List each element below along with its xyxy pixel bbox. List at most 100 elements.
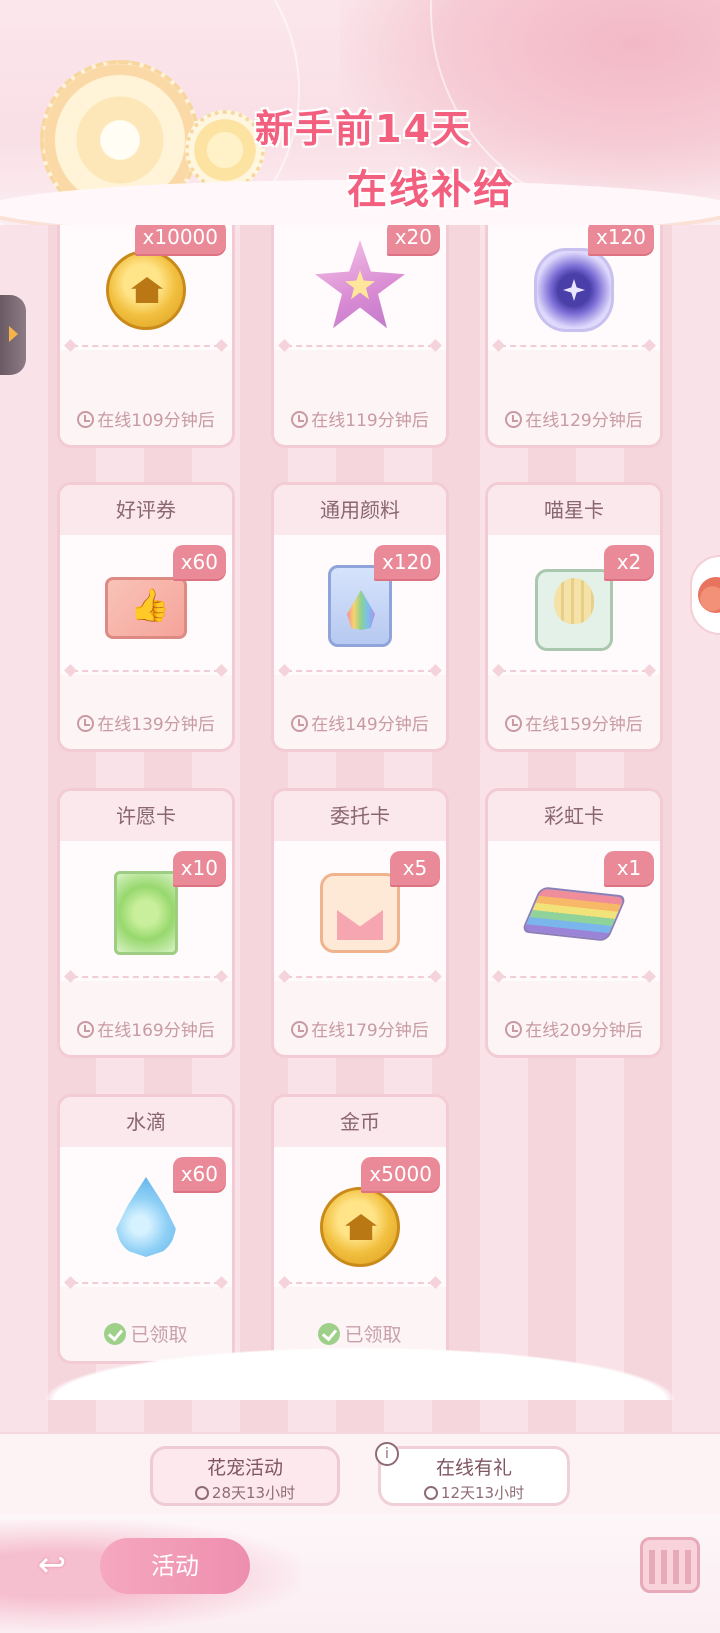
status-text: 在线119分钟后 (311, 411, 429, 431)
status-text: 在线159分钟后 (525, 715, 643, 735)
clock-icon (505, 715, 523, 732)
reward-card[interactable]: 通用颜料 x120 在线149分钟后 (271, 482, 449, 752)
divider (286, 670, 434, 672)
clock-icon (423, 1486, 438, 1500)
card-body: x10 (60, 841, 232, 981)
clock-icon (291, 411, 309, 428)
card-title: 金币 (274, 1097, 446, 1147)
card-title: 委托卡 (274, 791, 446, 841)
clock-icon (194, 1486, 209, 1500)
divider (500, 976, 648, 978)
calendar-icon[interactable] (640, 1537, 700, 1593)
envelope-icon (320, 873, 400, 953)
event-tabs-panel: 花宠活动 28天13小时 在线有礼 12天13小时 (0, 1432, 720, 1514)
card-body: x5 (274, 841, 446, 981)
quantity-badge: x5000 (361, 1157, 440, 1191)
unlock-status: 在线129分钟后 (488, 406, 660, 431)
water-drop-icon (116, 1177, 176, 1257)
tab-timer: 28天13小时 (153, 1482, 337, 1503)
card-title: 喵星卡 (488, 485, 660, 535)
divider (500, 345, 648, 347)
status-text: 在线129分钟后 (525, 411, 643, 431)
card-title: 彩虹卡 (488, 791, 660, 841)
clock-icon (77, 411, 95, 428)
unlock-status: 在线119分钟后 (274, 406, 446, 431)
reward-card-claimed[interactable]: 水滴 x60 已领取 (57, 1094, 235, 1364)
title-line-2: 在线补给 (347, 167, 515, 213)
floral-border (0, 1340, 720, 1400)
quantity-badge: x2 (604, 545, 654, 579)
tab-timer-text: 12天13小时 (440, 1484, 525, 1502)
gear-icon (185, 110, 265, 190)
status-text: 在线139分钟后 (97, 715, 215, 735)
divider (286, 345, 434, 347)
left-expand-tab[interactable] (0, 295, 26, 375)
reward-card[interactable]: x120 在线129分钟后 (485, 210, 663, 448)
card-body: x60 (60, 1147, 232, 1287)
reward-card[interactable]: x10000 在线109分钟后 (57, 210, 235, 448)
divider (72, 1282, 220, 1284)
quantity-badge: x60 (172, 545, 226, 579)
status-text: 在线209分钟后 (525, 1021, 643, 1041)
crystal-icon (534, 248, 614, 332)
header-banner: 新手前14天 在线补给 (0, 0, 720, 225)
status-text: 在线169分钟后 (97, 1021, 215, 1041)
reward-card[interactable]: 彩虹卡 x1 在线209分钟后 (485, 788, 663, 1058)
unlock-status: 在线209分钟后 (488, 1016, 660, 1041)
activity-label: 活动 (151, 1552, 199, 1580)
tab-pet-event[interactable]: 花宠活动 28天13小时 (150, 1446, 340, 1506)
page-title: 新手前14天 在线补给 (255, 98, 555, 215)
card-body: x60 (60, 535, 232, 675)
hot-air-balloon-icon (535, 569, 613, 651)
title-line-1: 新手前14天 (255, 107, 472, 151)
quantity-badge: x5 (390, 851, 440, 885)
divider (72, 345, 220, 347)
unlock-status: 在线179分钟后 (274, 1016, 446, 1041)
quantity-badge: x60 (172, 1157, 226, 1191)
tab-timer: 12天13小时 (381, 1482, 567, 1503)
quantity-badge: x20 (386, 220, 440, 254)
thumbs-up-ticket-icon (105, 577, 187, 639)
back-arrow-icon[interactable]: ↩ (30, 1545, 74, 1585)
reward-card[interactable]: x20 在线119分钟后 (271, 210, 449, 448)
card-body: x5000 (274, 1147, 446, 1287)
quantity-badge: x120 (373, 545, 440, 579)
coin-icon (106, 250, 186, 330)
divider (72, 670, 220, 672)
card-body: x2 (488, 535, 660, 675)
coin-icon (320, 1187, 400, 1267)
activity-button[interactable]: 活动 (100, 1538, 250, 1594)
card-body: x1 (488, 841, 660, 981)
tab-online-gift[interactable]: 在线有礼 12天13小时 (378, 1446, 570, 1506)
card-body: x20 (274, 210, 446, 350)
clock-icon (77, 715, 95, 732)
clock-icon (291, 715, 309, 732)
leaf-card-icon (114, 871, 178, 955)
card-title: 通用颜料 (274, 485, 446, 535)
card-body: x10000 (60, 210, 232, 350)
divider (286, 976, 434, 978)
rainbow-tile-icon (520, 886, 628, 942)
divider (72, 976, 220, 978)
reward-card[interactable]: 委托卡 x5 在线179分钟后 (271, 788, 449, 1058)
divider (286, 1282, 434, 1284)
tab-label: 花宠活动 (206, 1457, 283, 1479)
unlock-status: 在线169分钟后 (60, 1016, 232, 1041)
unlock-status: 在线149分钟后 (274, 710, 446, 735)
unlock-status: 在线109分钟后 (60, 406, 232, 431)
unlock-status: 在线159分钟后 (488, 710, 660, 735)
reward-card[interactable]: 许愿卡 x10 在线169分钟后 (57, 788, 235, 1058)
info-icon[interactable]: i (375, 1442, 399, 1466)
divider (500, 670, 648, 672)
tab-timer-text: 28天13小时 (211, 1484, 296, 1502)
tab-label: 在线有礼 (435, 1457, 512, 1479)
reward-card[interactable]: 好评券 x60 在线139分钟后 (57, 482, 235, 752)
card-body: x120 (488, 210, 660, 350)
card-title: 水滴 (60, 1097, 232, 1147)
clock-icon (291, 1021, 309, 1038)
reward-card-claimed[interactable]: 金币 x5000 已领取 (271, 1094, 449, 1364)
card-title: 许愿卡 (60, 791, 232, 841)
quantity-badge: x1 (604, 851, 654, 885)
reward-card[interactable]: 喵星卡 x2 在线159分钟后 (485, 482, 663, 752)
status-text: 在线179分钟后 (311, 1021, 429, 1041)
